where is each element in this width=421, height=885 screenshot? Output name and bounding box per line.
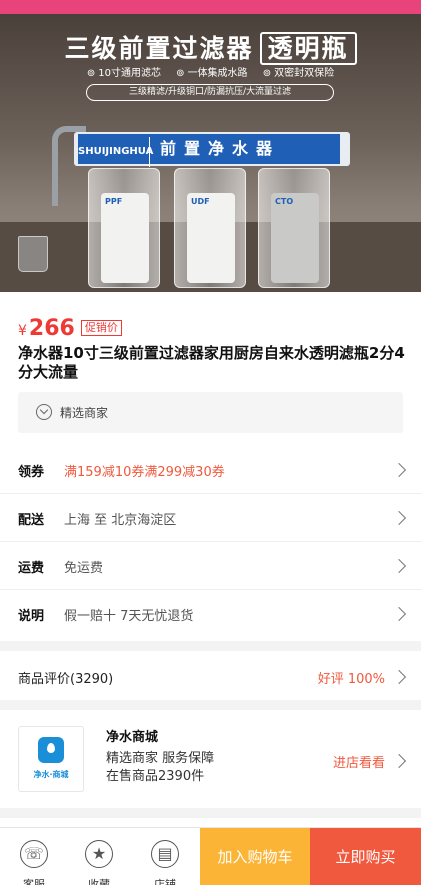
product-hero-image[interactable]: 三级前置过滤器透明瓶 10寸通用滤芯 一体集成水路 双密封双保险 三级精滤/升级… bbox=[0, 14, 421, 292]
hero-headline: 三级前置过滤器 透明瓶 bbox=[0, 29, 421, 65]
chevron-right-icon bbox=[391, 558, 407, 574]
store-name: 净水商城 bbox=[106, 730, 159, 745]
hero-feature: 一体集成水路 bbox=[176, 68, 247, 79]
store-logo-text: 净水·商城 bbox=[33, 770, 69, 779]
row-label: 领券 bbox=[18, 465, 45, 480]
filter-housing: CTO bbox=[258, 168, 330, 288]
shop-button[interactable]: ▤ 店铺 bbox=[137, 828, 193, 885]
chevron-right-icon bbox=[391, 462, 407, 478]
reviews-row[interactable]: 商品评价(3290) 好评 100% bbox=[0, 652, 421, 700]
nav-label: 店铺 bbox=[154, 878, 176, 885]
section-divider bbox=[0, 700, 421, 710]
filter-cartridge: UDF bbox=[187, 193, 235, 283]
filter-cartridge: CTO bbox=[271, 193, 319, 283]
reviews-rating: 好评 100% bbox=[317, 672, 385, 687]
customer-service-button[interactable]: ☏ 客服 bbox=[6, 828, 62, 885]
filter-housing: PPF bbox=[88, 168, 160, 288]
section-divider bbox=[0, 808, 421, 818]
nav-label: 收藏 bbox=[88, 878, 110, 885]
price-amount: 266 bbox=[28, 316, 75, 341]
glass-cup-illustration bbox=[18, 236, 48, 272]
buy-now-button[interactable]: 立即购买 bbox=[310, 828, 421, 885]
star-icon: ★ bbox=[85, 840, 113, 868]
filter-cartridge: PPF bbox=[101, 193, 149, 283]
store-tags: 精选商家 服务保障 bbox=[106, 751, 215, 766]
hero-feature-list: 10寸通用滤芯 一体集成水路 双密封双保险 bbox=[0, 64, 421, 79]
store-product-count: 在售商品2390件 bbox=[106, 769, 205, 784]
chevron-down-circle-icon bbox=[36, 404, 52, 420]
chevron-right-icon bbox=[391, 606, 407, 622]
store-card[interactable]: 净水·商城 净水商城 精选商家 服务保障 在售商品2390件 进店看看 bbox=[0, 710, 421, 808]
row-value: 假一赔十 7天无忧退货 bbox=[64, 609, 194, 624]
hero-headline-badge: 透明瓶 bbox=[259, 32, 357, 65]
row-value: 上海 至 北京海淀区 bbox=[64, 513, 177, 528]
row-label: 运费 bbox=[18, 561, 45, 576]
row-label: 说明 bbox=[18, 609, 45, 624]
shop-icon: ▤ bbox=[151, 840, 179, 868]
row-value: 免运费 bbox=[64, 561, 104, 576]
nav-label: 客服 bbox=[23, 878, 45, 885]
price-block: ¥266 促销价 bbox=[18, 316, 122, 341]
coupon-row[interactable]: 领券 满159减10券满299减30券 bbox=[0, 446, 421, 494]
delivery-row[interactable]: 配送 上海 至 北京海淀区 bbox=[0, 494, 421, 542]
top-status-strip bbox=[0, 0, 421, 14]
add-to-cart-button[interactable]: 加入购物车 bbox=[200, 828, 310, 885]
chevron-right-icon bbox=[391, 753, 407, 769]
service-note-row[interactable]: 说明 假一赔十 7天无忧退货 bbox=[0, 590, 421, 638]
section-divider bbox=[0, 641, 421, 651]
promo-tag: 促销价 bbox=[80, 320, 122, 336]
bracket-title: 前置净水器 bbox=[160, 139, 281, 158]
row-label: 配送 bbox=[18, 513, 45, 528]
chevron-right-icon bbox=[391, 510, 407, 526]
shipping-fee-row[interactable]: 运费 免运费 bbox=[0, 542, 421, 590]
hero-tagline: 三级精滤/升级铜口/防漏抗压/大流量过滤 bbox=[86, 84, 334, 101]
visit-store-link[interactable]: 进店看看 bbox=[333, 752, 385, 771]
water-drop-icon bbox=[38, 737, 64, 763]
store-logo[interactable]: 净水·商城 bbox=[18, 726, 84, 792]
filter-housing: UDF bbox=[174, 168, 246, 288]
hero-feature: 双密封双保险 bbox=[263, 68, 334, 79]
bottom-action-bar: ☏ 客服 ★ 收藏 ▤ 店铺 加入购物车 立即购买 bbox=[0, 827, 421, 885]
chevron-right-icon bbox=[391, 669, 407, 685]
reviews-label: 商品评价(3290) bbox=[18, 672, 114, 687]
bracket-brand: SHUIJINGHUA bbox=[78, 137, 153, 167]
product-title: 净水器10寸三级前置过滤器家用厨房自来水透明滤瓶2分4分大流量 bbox=[18, 344, 405, 381]
hero-feature: 10寸通用滤芯 bbox=[87, 68, 161, 79]
price-currency: ¥ bbox=[18, 323, 27, 339]
merchant-badge-label: 精选商家 bbox=[60, 406, 109, 420]
favorite-button[interactable]: ★ 收藏 bbox=[71, 828, 127, 885]
filter-bracket-label: SHUIJINGHUA 前置净水器 bbox=[78, 134, 340, 167]
row-value: 满159减10券满299减30券 bbox=[64, 465, 225, 480]
customer-service-icon: ☏ bbox=[20, 840, 48, 868]
merchant-badge[interactable]: 精选商家 bbox=[18, 392, 403, 433]
